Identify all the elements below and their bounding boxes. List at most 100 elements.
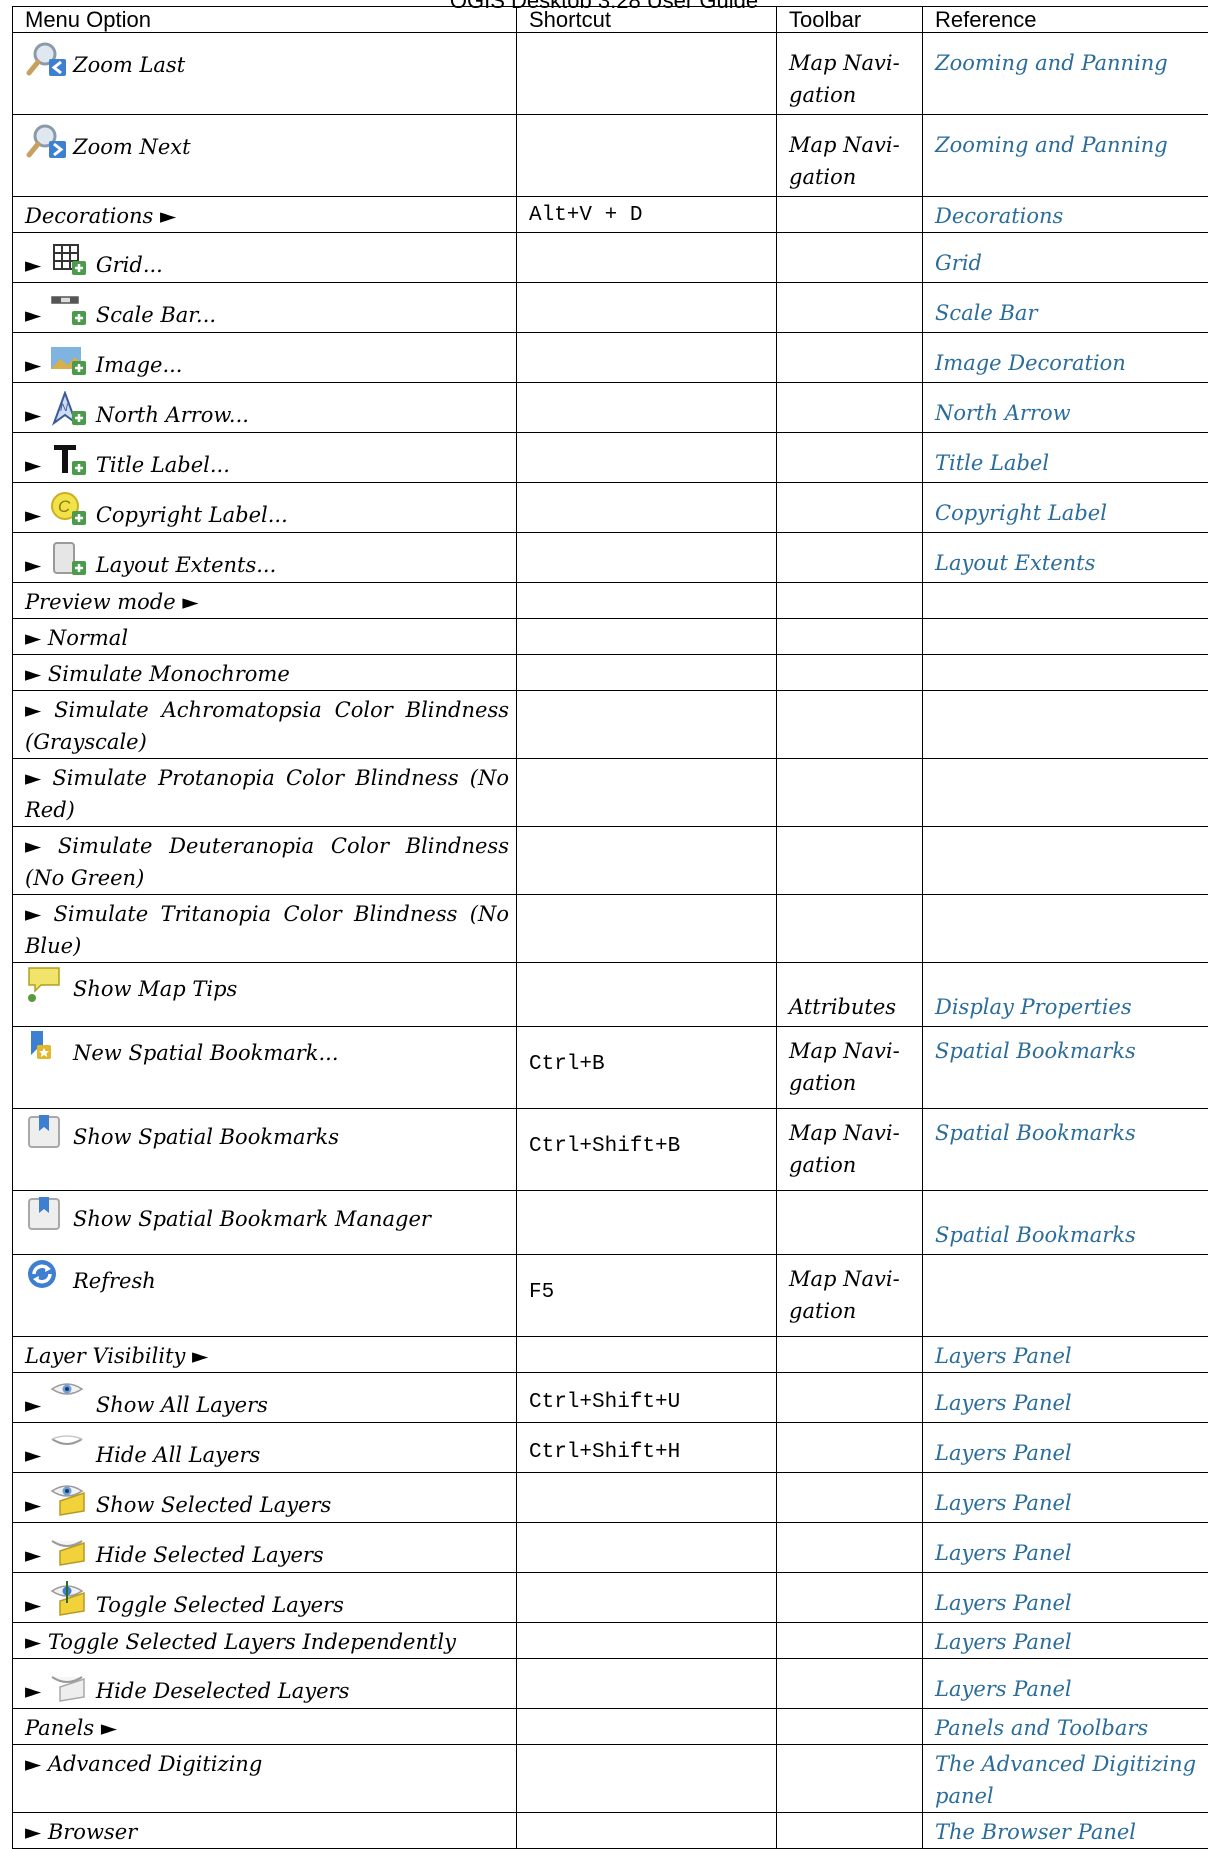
reference-link[interactable]: Layout Extents — [935, 551, 1095, 575]
reference-link[interactable]: Layers Panel — [935, 1391, 1072, 1415]
reference-link[interactable]: Image Decoration — [935, 351, 1126, 375]
reference-link[interactable]: Layers Panel — [935, 1491, 1072, 1515]
image-add-icon — [48, 341, 90, 379]
reference-link[interactable]: Copyright Label — [935, 501, 1107, 525]
menu-option-label: North Arrow... — [96, 403, 249, 427]
reference-link[interactable]: Decorations — [935, 204, 1063, 228]
table-row: Show Map Tips Attributes Display Propert… — [13, 963, 1208, 1027]
header-toolbar: Toolbar — [777, 7, 923, 33]
reference-cell: Layers Panel — [923, 1337, 1208, 1373]
shortcut-cell — [517, 827, 777, 895]
menu-option-cell: ► Layout Extents... — [13, 533, 517, 583]
menu-option-label: New Spatial Bookmark... — [73, 1041, 339, 1065]
menu-option-cell: ► Show Selected Layers — [13, 1473, 517, 1523]
table-row: ► Simulate Protanopia Color Blindness (N… — [13, 759, 1208, 827]
menu-option-cell: ► Image... — [13, 333, 517, 383]
menu-option-cell: Refresh — [13, 1255, 517, 1337]
table-row: Zoom Next Map Navi-gation Zooming and Pa… — [13, 115, 1208, 197]
reference-link[interactable]: Layers Panel — [935, 1677, 1072, 1701]
toolbar-cell — [777, 1623, 923, 1659]
toolbar-cell — [777, 1573, 923, 1623]
toolbar-cell — [777, 827, 923, 895]
reference-link[interactable]: Layers Panel — [935, 1630, 1072, 1654]
menu-option-cell: ► Hide Selected Layers — [13, 1523, 517, 1573]
table-row: ► Normal — [13, 619, 1208, 655]
reference-link[interactable]: Scale Bar — [935, 301, 1037, 325]
refresh-icon — [25, 1257, 67, 1295]
menu-option-cell: ► Hide Deselected Layers — [13, 1659, 517, 1709]
reference-link[interactable]: The Browser Panel — [935, 1820, 1136, 1844]
toolbar-cell — [777, 895, 923, 963]
menu-option-cell: ► Simulate Monochrome — [13, 655, 517, 691]
reference-link[interactable]: Display Properties — [935, 995, 1132, 1019]
menu-option-cell: Show Map Tips — [13, 963, 517, 1027]
reference-cell: Display Properties — [923, 963, 1208, 1027]
menu-option-cell: Zoom Next — [13, 115, 517, 197]
table-row: Zoom Last Map Navi-gation Zooming and Pa… — [13, 33, 1208, 115]
shortcut-cell: Alt+V + D — [517, 197, 777, 233]
reference-link[interactable]: The Advanced Digitizing panel — [935, 1752, 1196, 1808]
table-row: ► Browser The Browser Panel — [13, 1813, 1208, 1849]
reference-link[interactable]: Layers Panel — [935, 1441, 1072, 1465]
toolbar-cell: Map Navi-gation — [777, 115, 923, 197]
show-bookmarks-icon — [25, 1113, 67, 1151]
reference-link[interactable]: Spatial Bookmarks — [935, 1039, 1136, 1063]
reference-cell: Spatial Bookmarks — [923, 1109, 1208, 1191]
toolbar-cell — [777, 1373, 923, 1423]
menu-option-cell: ► Hide All Layers — [13, 1423, 517, 1473]
reference-cell: Layers Panel — [923, 1623, 1208, 1659]
reference-link[interactable]: Layers Panel — [935, 1591, 1072, 1615]
toolbar-cell — [777, 1523, 923, 1573]
table-row: ► Hide Selected Layers Layers Panel — [13, 1523, 1208, 1573]
shortcut-cell — [517, 691, 777, 759]
reference-link[interactable]: Spatial Bookmarks — [935, 1121, 1136, 1145]
toolbar-cell — [777, 583, 923, 619]
toolbar-cell — [777, 759, 923, 827]
reference-cell: Title Label — [923, 433, 1208, 483]
menu-option-cell: ► Toggle Selected Layers Independently — [13, 1623, 517, 1659]
submenu-arrow: ► — [25, 1439, 41, 1471]
menu-option-cell: ► Title Label... — [13, 433, 517, 483]
hide-deselected-layers-icon — [48, 1667, 90, 1705]
menu-option-cell: ► Simulate Protanopia Color Blindness (N… — [13, 759, 517, 827]
menu-option-label: Grid... — [96, 253, 163, 277]
shortcut-cell: Ctrl+Shift+H — [517, 1423, 777, 1473]
title-label-add-icon — [48, 441, 90, 479]
table-row: ► Scale Bar... Scale Bar — [13, 283, 1208, 333]
reference-cell: Copyright Label — [923, 483, 1208, 533]
menu-option-label: Zoom Next — [73, 135, 191, 159]
submenu-arrow: ► — [25, 299, 41, 331]
menu-option-label: Show Spatial Bookmark Manager — [73, 1207, 431, 1231]
table-row: ► Simulate Monochrome — [13, 655, 1208, 691]
reference-link[interactable]: Layers Panel — [935, 1344, 1072, 1368]
table-row: ► Title Label... Title Label — [13, 433, 1208, 483]
menu-option-label: Layout Extents... — [96, 553, 276, 577]
reference-link[interactable]: Layers Panel — [935, 1541, 1072, 1565]
zoom-next-icon — [25, 123, 67, 161]
menu-option-label: Show Spatial Bookmarks — [73, 1125, 339, 1149]
reference-cell — [923, 759, 1208, 827]
reference-link[interactable]: Spatial Bookmarks — [935, 1223, 1136, 1247]
toolbar-cell — [777, 333, 923, 383]
shortcut-cell — [517, 1623, 777, 1659]
submenu-arrow: ► — [25, 1675, 41, 1707]
reference-cell: Spatial Bookmarks — [923, 1191, 1208, 1255]
submenu-arrow: ► — [25, 399, 41, 431]
toolbar-cell — [777, 1473, 923, 1523]
reference-link[interactable]: Zooming and Panning — [935, 51, 1168, 75]
menu-option-cell: Layer Visibility ► — [13, 1337, 517, 1373]
table-row: ► Show All Layers Ctrl+Shift+U Layers Pa… — [13, 1373, 1208, 1423]
reference-link[interactable]: Zooming and Panning — [935, 133, 1168, 157]
submenu-arrow: ► — [25, 1489, 41, 1521]
reference-link[interactable]: North Arrow — [935, 401, 1071, 425]
reference-link[interactable]: Panels and Toolbars — [935, 1716, 1148, 1740]
svg-text:C: C — [58, 497, 71, 516]
scale-bar-add-icon — [48, 291, 90, 329]
shortcut-cell: Ctrl+Shift+U — [517, 1373, 777, 1423]
menu-option-cell: Decorations ► — [13, 197, 517, 233]
reference-link[interactable]: Title Label — [935, 451, 1049, 475]
toolbar-cell: Map Navi-gation — [777, 1027, 923, 1109]
copyright-label-add-icon: C — [48, 491, 90, 529]
table-row: ► Toggle Selected Layers Layers Panel — [13, 1573, 1208, 1623]
reference-link[interactable]: Grid — [935, 251, 982, 275]
